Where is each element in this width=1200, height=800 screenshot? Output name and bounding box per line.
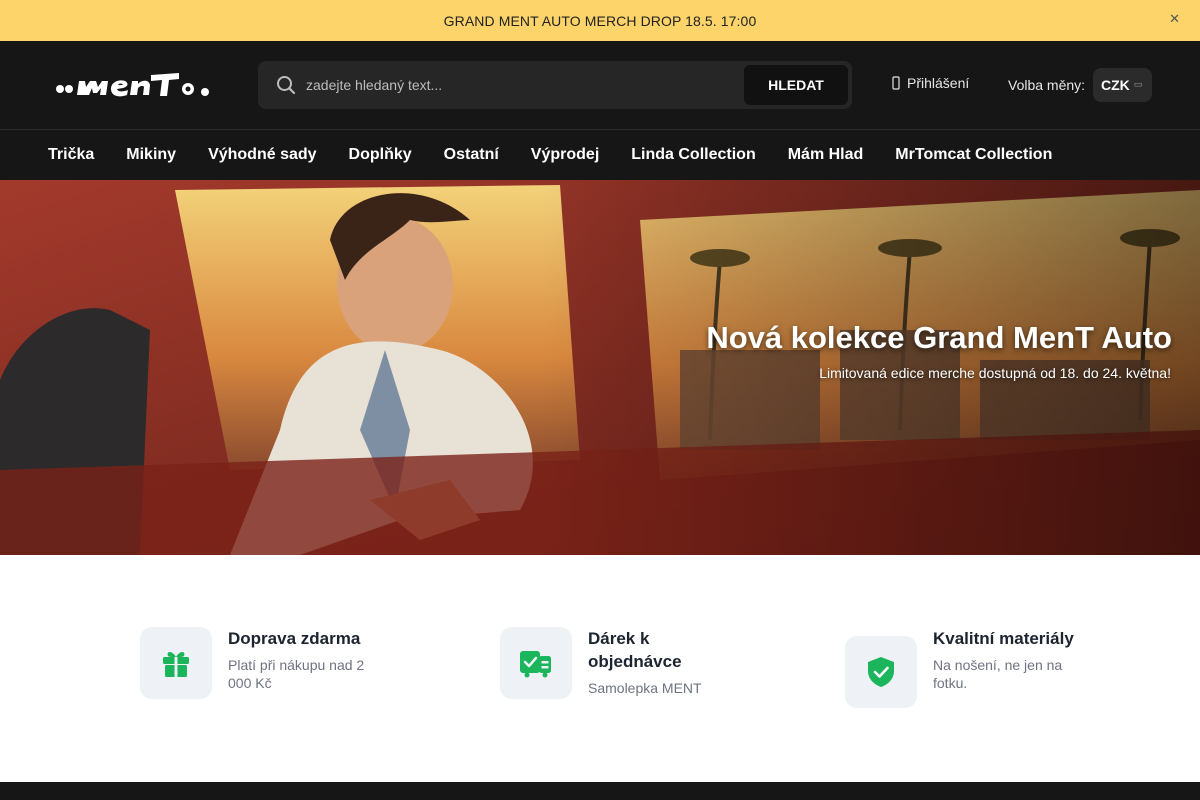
feature-description: Samolepka MENT	[588, 680, 702, 696]
nav-item-ostatni[interactable]: Ostatní	[428, 146, 515, 164]
announcement-text: GRAND MENT AUTO MERCH DROP 18.5. 17:00	[443, 12, 757, 29]
user-icon	[892, 76, 900, 90]
gift-icon	[163, 652, 189, 677]
login-label: Přihlášení	[907, 75, 970, 91]
search-button[interactable]: HLEDAT	[744, 65, 848, 105]
currency-value: CZK	[1101, 77, 1130, 93]
hero-title: Nová kolekce Grand MenT Auto	[706, 320, 1172, 355]
feature-description: Platí při nákupu nad 2 000 Kč	[228, 657, 365, 691]
search-bar: HLEDAT	[258, 61, 852, 109]
main-nav: Trička Mikiny Výhodné sady Doplňky Ostat…	[0, 129, 1200, 180]
search-icon	[277, 76, 296, 95]
hero-banner[interactable]: Nová kolekce Grand MenT Auto Limitovaná …	[0, 180, 1200, 555]
nav-item-vyprodej[interactable]: Výprodej	[515, 146, 615, 164]
features-section: Doprava zdarma Platí při nákupu nad 2 00…	[0, 555, 1200, 782]
footer-strip	[0, 782, 1200, 800]
shield-check-icon	[868, 657, 894, 687]
nav-item-tricka[interactable]: Trička	[32, 146, 110, 164]
gift-card-icon	[520, 651, 551, 678]
nav-item-mikiny[interactable]: Mikiny	[110, 146, 192, 164]
feature-gift: Dárek k objednávce Samolepka MENT	[500, 627, 738, 699]
login-link[interactable]: Přihlášení	[892, 75, 969, 91]
site-header: HLEDAT Přihlášení Volba měny: CZK ▭	[0, 41, 1200, 129]
currency-label: Volba měny:	[1008, 77, 1086, 93]
announcement-bar: GRAND MENT AUTO MERCH DROP 18.5. 17:00 ✕	[0, 0, 1200, 41]
nav-item-mam-hlad[interactable]: Mám Hlad	[772, 146, 880, 164]
currency-select[interactable]: CZK ▭	[1093, 68, 1152, 102]
nav-item-vyhodne-sady[interactable]: Výhodné sady	[192, 146, 332, 164]
feature-icon-box	[845, 636, 917, 708]
feature-title: Dárek k objednávce	[588, 629, 682, 671]
search-input[interactable]	[306, 69, 736, 101]
chevron-down-icon: ▭	[1133, 80, 1143, 90]
nav-item-mrtomcat-collection[interactable]: MrTomcat Collection	[879, 146, 1068, 164]
close-icon[interactable]: ✕	[1169, 12, 1180, 27]
feature-icon-box	[500, 627, 572, 699]
feature-description: Na nošení, ne jen na fotku.	[933, 657, 1063, 691]
feature-icon-box	[140, 627, 212, 699]
feature-title: Kvalitní materiály	[933, 629, 1074, 648]
feature-quality: Kvalitní materiály Na nošení, ne jen na …	[845, 627, 1083, 708]
nav-item-linda-collection[interactable]: Linda Collection	[615, 146, 771, 164]
feature-title: Doprava zdarma	[228, 629, 361, 648]
feature-free-shipping: Doprava zdarma Platí při nákupu nad 2 00…	[140, 627, 378, 699]
logo[interactable]	[55, 65, 215, 105]
hero-subtitle: Limitovaná edice merche dostupná od 18. …	[819, 365, 1171, 381]
nav-item-doplnky[interactable]: Doplňky	[333, 146, 428, 164]
